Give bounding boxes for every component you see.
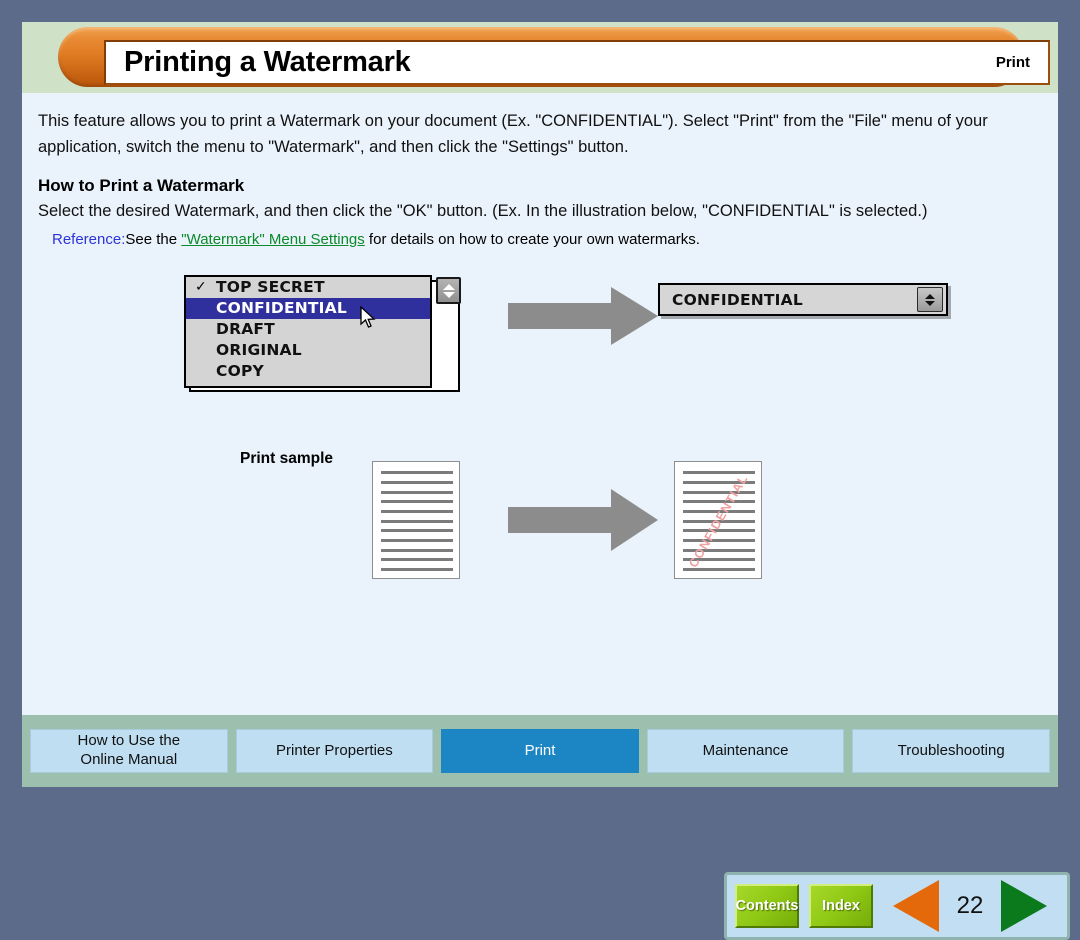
navigation-panel: Contents Index 22 xyxy=(724,872,1070,940)
watermark-combobox[interactable]: CONFIDENTIAL xyxy=(658,283,948,317)
list-item-label: DRAFT xyxy=(216,320,275,339)
manual-page: Printing a Watermark Print This feature … xyxy=(22,22,1070,940)
chevron-up-icon xyxy=(442,283,455,290)
combobox-spinner-icon[interactable] xyxy=(917,287,943,313)
watermark-listbox[interactable]: ✓ TOP SECRET CONFIDENTIAL DRAFT ORIGINAL… xyxy=(184,275,432,389)
tab-maintenance[interactable]: Maintenance xyxy=(646,729,845,773)
reference-prefix: See the xyxy=(125,230,182,248)
contents-button[interactable]: Contents xyxy=(735,884,799,929)
list-item[interactable]: ✓ TOP SECRET xyxy=(186,277,430,298)
illustration-area: ✓ TOP SECRET CONFIDENTIAL DRAFT ORIGINAL… xyxy=(38,275,1070,940)
tab-troubleshooting[interactable]: Troubleshooting xyxy=(852,729,1050,773)
intro-paragraph: This feature allows you to print a Water… xyxy=(38,112,988,156)
watermark-listbox-group: ✓ TOP SECRET CONFIDENTIAL DRAFT ORIGINAL… xyxy=(184,275,461,393)
title-pill: Printing a Watermark Print xyxy=(58,27,1050,87)
tab-label-line1: How to Use the xyxy=(77,732,181,750)
list-item[interactable]: ORIGINAL xyxy=(186,340,430,361)
transition-arrow-icon xyxy=(508,489,658,552)
index-button[interactable]: Index xyxy=(809,884,873,929)
mouse-cursor-icon xyxy=(360,306,376,329)
watermark-menu-settings-link[interactable]: "Watermark" Menu Settings xyxy=(181,231,365,248)
instruction-paragraph: Select the desired Watermark, and then c… xyxy=(38,202,928,221)
page-title: Printing a Watermark xyxy=(124,46,411,78)
list-item[interactable]: COPY xyxy=(186,361,430,382)
tab-label: Maintenance xyxy=(702,741,789,759)
list-item-label: CONFIDENTIAL xyxy=(216,299,347,318)
document-text-lines xyxy=(381,471,453,572)
content-area: This feature allows you to print a Water… xyxy=(22,93,1070,940)
tab-bar: How to Use the Online Manual Printer Pro… xyxy=(22,715,1058,787)
page-header: Printing a Watermark Print xyxy=(22,22,1058,93)
title-bar: Printing a Watermark Print xyxy=(104,40,1050,85)
document-preview-plain xyxy=(372,461,460,580)
page-number: 22 xyxy=(956,892,984,920)
chevron-down-icon xyxy=(925,300,935,306)
print-sample-label: Print sample xyxy=(240,450,334,468)
tab-printer-properties[interactable]: Printer Properties xyxy=(235,729,434,773)
chevron-up-icon xyxy=(925,293,935,299)
list-item-label: TOP SECRET xyxy=(216,278,325,297)
tab-label: Troubleshooting xyxy=(897,741,1005,759)
reference-line: Reference:See the "Watermark" Menu Setti… xyxy=(52,229,1042,252)
tab-label: Print xyxy=(524,741,556,759)
next-page-button[interactable] xyxy=(1001,880,1047,933)
subheading: How to Print a Watermark xyxy=(38,176,245,196)
list-item-label: ORIGINAL xyxy=(216,341,302,360)
reference-label: Reference: xyxy=(52,230,126,248)
transition-arrow-icon xyxy=(508,287,658,346)
tab-label: How to Use the Online Manual xyxy=(78,732,181,770)
header-section-label: Print xyxy=(995,54,1030,71)
tab-how-to-use-online-manual[interactable]: How to Use the Online Manual xyxy=(30,729,228,773)
tab-label: Printer Properties xyxy=(276,741,393,759)
document-text-lines xyxy=(683,471,755,572)
list-item[interactable]: CONFIDENTIAL xyxy=(186,298,430,320)
tab-print[interactable]: Print xyxy=(441,729,639,773)
listbox-spinner-icon[interactable] xyxy=(436,277,461,305)
list-item-label: COPY xyxy=(216,362,264,381)
document-preview-watermarked: CONFIDENTIAL xyxy=(674,461,762,580)
reference-suffix: for details on how to create your own wa… xyxy=(364,230,700,248)
checkmark-icon: ✓ xyxy=(195,279,207,296)
combobox-value: CONFIDENTIAL xyxy=(672,290,803,309)
list-item[interactable]: DRAFT xyxy=(186,319,430,340)
chevron-down-icon xyxy=(442,291,455,298)
tab-label-line2: Online Manual xyxy=(80,751,178,768)
previous-page-button[interactable] xyxy=(893,880,939,933)
